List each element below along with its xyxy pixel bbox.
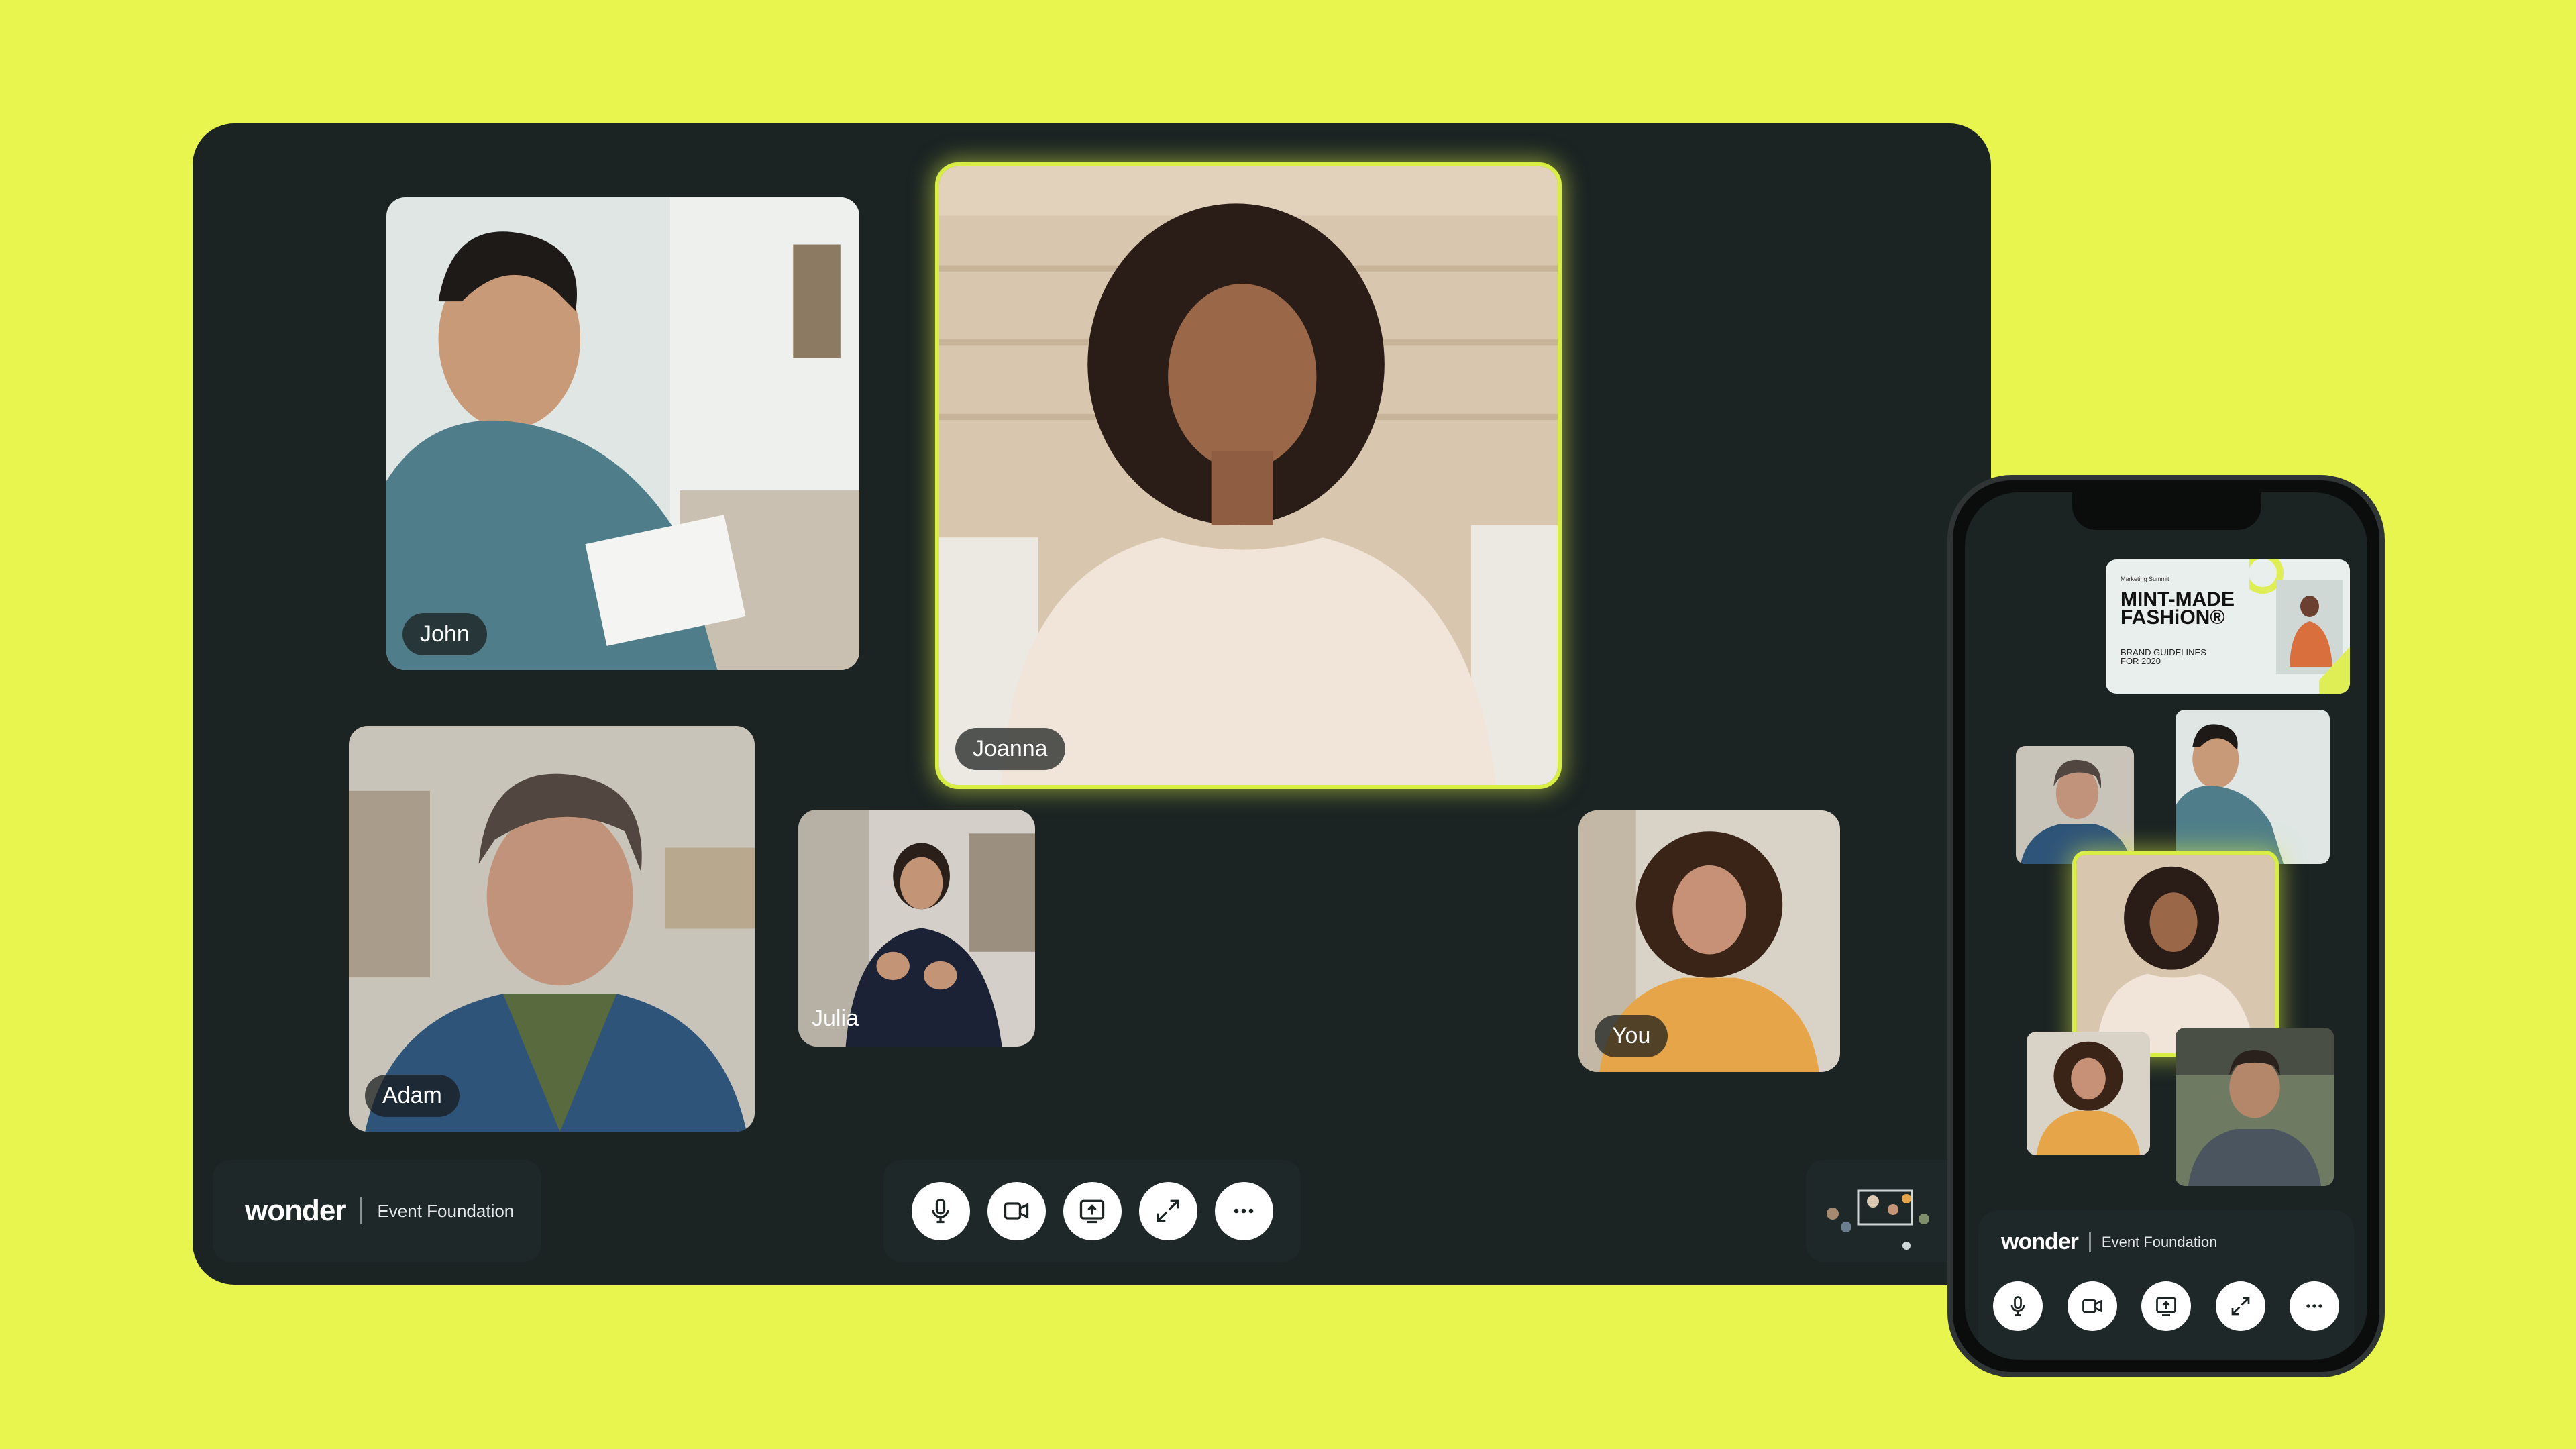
participant-video-you bbox=[2027, 1032, 2150, 1155]
participant-name-label: Adam bbox=[365, 1075, 460, 1117]
event-name: Event Foundation bbox=[377, 1200, 515, 1221]
expand-button[interactable] bbox=[2215, 1281, 2265, 1331]
participant-tile-julia[interactable]: Julia bbox=[798, 810, 1035, 1046]
event-name: Event Foundation bbox=[2101, 1233, 2218, 1250]
more-options-button[interactable] bbox=[1214, 1181, 1273, 1240]
phone-notch bbox=[2072, 492, 2261, 530]
participant-video-adam bbox=[2016, 746, 2134, 864]
participant-tile-john[interactable]: John bbox=[386, 197, 859, 670]
wonder-logo: wonder bbox=[2001, 1229, 2079, 1254]
participant-video-joanna bbox=[939, 166, 1558, 785]
more-options-button[interactable] bbox=[2290, 1281, 2339, 1331]
mobile-tile-you[interactable] bbox=[2027, 1032, 2150, 1155]
camera-button[interactable] bbox=[987, 1181, 1046, 1240]
slide-title: MINT-MADE FASHiON® bbox=[2121, 588, 2235, 629]
participant-video-john bbox=[386, 197, 859, 670]
more-icon bbox=[2306, 1304, 2322, 1308]
camera-icon bbox=[2082, 1299, 2102, 1313]
expand-button[interactable] bbox=[1138, 1181, 1197, 1240]
slide-subtitle: BRAND GUIDELINES FOR 2020 bbox=[2121, 647, 2206, 666]
mobile-tile-john[interactable] bbox=[2176, 710, 2330, 864]
camera-icon bbox=[1004, 1202, 1029, 1220]
participant-tile-adam[interactable]: Adam bbox=[349, 726, 755, 1132]
participant-name-label: Joanna bbox=[955, 728, 1065, 770]
call-controls bbox=[883, 1160, 1301, 1262]
mobile-tile-participant[interactable] bbox=[2176, 1028, 2334, 1186]
event-branding: wonder Event Foundation bbox=[213, 1160, 541, 1262]
share-screen-button[interactable] bbox=[1063, 1181, 1122, 1240]
brand-divider bbox=[360, 1197, 363, 1224]
mobile-device: Marketing Summit MINT-MADE FASHiON® BRAN… bbox=[1947, 475, 2385, 1377]
mobile-tile-adam[interactable] bbox=[2016, 746, 2134, 864]
more-icon bbox=[1234, 1208, 1254, 1214]
participant-video-other bbox=[2176, 1028, 2334, 1186]
share-screen-icon bbox=[2156, 1297, 2176, 1316]
mobile-controls-panel: wonder Event Foundation bbox=[1978, 1210, 2354, 1359]
participant-name-label: Julia bbox=[812, 1006, 859, 1031]
microphone-button[interactable] bbox=[911, 1181, 970, 1240]
mobile-call-controls bbox=[1993, 1281, 2339, 1331]
microphone-button[interactable] bbox=[1993, 1281, 2043, 1331]
share-screen-icon bbox=[1079, 1199, 1105, 1224]
participant-video-adam bbox=[349, 726, 755, 1132]
shared-presentation[interactable]: Marketing Summit MINT-MADE FASHiON® BRAN… bbox=[2106, 559, 2350, 694]
brand-divider bbox=[2088, 1232, 2091, 1252]
mic-icon bbox=[932, 1198, 949, 1224]
mobile-tile-joanna[interactable] bbox=[2076, 855, 2275, 1053]
mobile-call-screen: Marketing Summit MINT-MADE FASHiON® BRAN… bbox=[1965, 492, 2367, 1360]
participant-name-label: You bbox=[1595, 1015, 1668, 1057]
participant-tile-you[interactable]: You bbox=[1578, 810, 1840, 1072]
mic-icon bbox=[2010, 1296, 2025, 1316]
camera-button[interactable] bbox=[2067, 1281, 2117, 1331]
expand-icon bbox=[2231, 1297, 2249, 1316]
video-call-window: John Joanna Adam Julia You wonder Event … bbox=[193, 123, 1991, 1285]
slide-kicker: Marketing Summit bbox=[2121, 576, 2169, 582]
wonder-logo: wonder bbox=[245, 1194, 346, 1227]
expand-icon bbox=[1157, 1199, 1179, 1222]
participant-tile-joanna[interactable]: Joanna bbox=[939, 166, 1558, 785]
participant-video-john bbox=[2176, 710, 2330, 864]
slide-graphics bbox=[2249, 559, 2350, 694]
participant-video-joanna bbox=[2076, 855, 2275, 1053]
participant-name-label: John bbox=[402, 613, 487, 655]
event-branding: wonder Event Foundation bbox=[2001, 1229, 2217, 1255]
share-screen-button[interactable] bbox=[2141, 1281, 2191, 1331]
